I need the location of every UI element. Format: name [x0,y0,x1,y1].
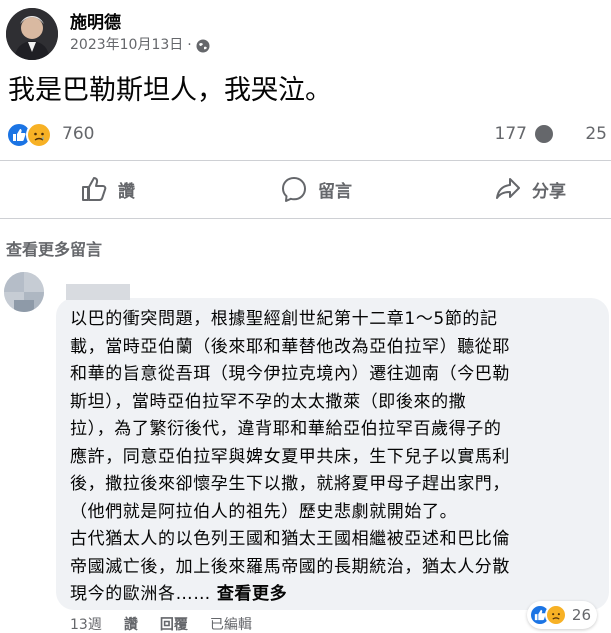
see-more-link[interactable]: 查看更多 [217,584,287,604]
share-button[interactable]: 分享 [494,166,566,212]
commenter-avatar[interactable] [4,272,44,312]
comment-button-label: 留言 [318,181,352,202]
comment-text: 以巴的衝突問題，根據聖經創世紀第十二章1～5節的記 載，當時亞伯蘭（後來耶和華替… [70,306,590,609]
post-actions: 讚 留言 分享 [0,166,611,212]
comment-last-line: 現今的歐洲各…… 查看更多 [70,581,590,609]
comment-line: 以巴的衝突問題，根據聖經創世紀第十二章1～5節的記 [70,309,498,329]
reactions-count[interactable]: 760 [62,124,94,144]
thumbs-up-icon [82,177,107,201]
share-icon [496,178,520,199]
reaction-icons[interactable] [6,122,52,148]
comment-line: 古代猶太人的以色列王國和猶太王國相繼被亞述和巴比倫 [70,529,510,549]
comments-count-group[interactable]: 177 [495,124,553,144]
comments-count: 177 [494,124,527,144]
sad-reaction-icon [544,604,567,626]
commenter-name-blurred[interactable] [66,284,130,300]
view-more-comments-link[interactable]: 查看更多留言 [6,236,102,260]
globe-icon [196,38,210,53]
comment-line: 帝國滅亡後，加上後來羅馬帝國的長期統治，猶太人分散 [70,556,510,577]
comment-line: 現今的歐洲各…… [70,584,211,604]
author-avatar[interactable] [6,8,58,60]
sad-reaction-icon [26,122,52,148]
post-text: 我是巴勒斯坦人，我哭泣。 [8,75,332,106]
comment-reactions[interactable]: 26 [526,601,597,629]
comment-edited-label[interactable]: 已編輯 [210,614,252,633]
comment-line: 應許，同意亞伯拉罕與婢女夏甲共床，生下兒子以實馬利 [70,446,510,467]
comment-line: 和華的旨意從吾珥（現今伊拉克境內）遷往迦南（今巴勒 [70,364,510,384]
post-header: 施明德 2023年10月13日 · [6,8,210,60]
comment-icon [282,177,306,202]
comment-reply-button[interactable]: 回覆 [160,614,188,633]
comment-line: （他們就是阿拉伯人的祖先）歷史悲劇就開始了。 [70,501,458,522]
post-date[interactable]: 2023年10月13日 [70,34,183,56]
comment-button[interactable]: 留言 [280,166,352,212]
shares-count[interactable]: 25 [585,124,607,144]
like-button-label: 讚 [118,181,135,202]
comment-line: 拉），為了繁衍後代，違背耶和華給亞伯拉罕百歲得子的 [70,419,502,439]
divider-top [0,160,611,161]
comment-line: 載，當時亞伯蘭（後來耶和華替他改為亞伯拉罕）聽從耶 [70,336,510,357]
share-button-label: 分享 [532,181,566,202]
author-name[interactable]: 施明德 [70,12,210,34]
divider-bottom [0,218,611,219]
comment-footer: 13週 讚 回覆 已編輯 [70,614,252,633]
like-button[interactable]: 讚 [80,166,135,212]
comment-time[interactable]: 13週 [70,614,102,633]
meta-separator: · [187,37,192,53]
comment-line: 後，撒拉後來卻懷孕生下以撒，就將夏甲母子趕出家門， [70,474,510,494]
reaction-summary: 760 177 25 [6,120,609,150]
comment-like-button[interactable]: 讚 [124,614,138,633]
comment-bubble-icon [535,125,553,143]
comment-reaction-count: 26 [571,606,591,624]
comment-line: 斯坦），當時亞伯拉罕不孕的太太撒萊（即後來的撒 [70,391,467,412]
